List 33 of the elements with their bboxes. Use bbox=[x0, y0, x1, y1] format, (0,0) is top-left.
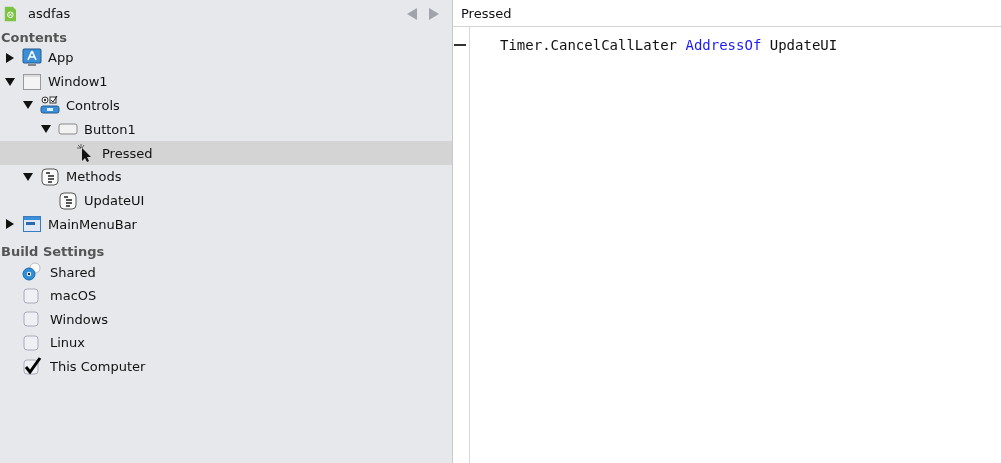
code-line: Timer.CancelCallLater AddressOf UpdateUI bbox=[500, 36, 838, 55]
tree-item[interactable]: Window1 bbox=[0, 69, 452, 94]
checkbox[interactable] bbox=[22, 309, 42, 330]
tree-item[interactable]: MainMenuBar bbox=[0, 212, 452, 237]
expand-arrow-icon[interactable] bbox=[4, 51, 16, 64]
project-title: asdfas bbox=[28, 6, 72, 21]
window-icon bbox=[22, 71, 42, 92]
tree-item[interactable]: Controls bbox=[0, 93, 452, 118]
checkbox[interactable] bbox=[22, 285, 42, 306]
option-label: Linux bbox=[50, 335, 86, 351]
checkbox[interactable] bbox=[22, 356, 42, 377]
option-label: Shared bbox=[50, 264, 96, 280]
section-heading: Contents bbox=[0, 29, 68, 46]
option-label: Windows bbox=[50, 311, 109, 327]
expand-arrow-icon[interactable] bbox=[4, 218, 16, 231]
tree-item[interactable]: UpdateUI bbox=[0, 188, 452, 213]
app-icon bbox=[22, 47, 42, 68]
fold-marker-icon[interactable] bbox=[454, 44, 466, 46]
menubar-icon bbox=[22, 214, 42, 235]
checkbox[interactable] bbox=[22, 332, 42, 353]
collapse-arrow-icon[interactable] bbox=[22, 170, 34, 183]
tree-item[interactable]: App bbox=[0, 46, 452, 70]
method-icon bbox=[40, 166, 60, 187]
tree-item[interactable]: Button1 bbox=[0, 117, 452, 142]
tree-item[interactable]: Pressed bbox=[0, 141, 452, 165]
section-heading: Build Settings bbox=[0, 243, 106, 261]
option-label: macOS bbox=[50, 288, 97, 304]
radio-button[interactable] bbox=[22, 262, 42, 283]
collapse-arrow-icon[interactable] bbox=[4, 75, 16, 88]
method-icon bbox=[58, 190, 78, 211]
tree-item[interactable]: Methods bbox=[0, 165, 452, 189]
controls-icon bbox=[40, 95, 60, 116]
option-label: This Computer bbox=[50, 359, 146, 375]
